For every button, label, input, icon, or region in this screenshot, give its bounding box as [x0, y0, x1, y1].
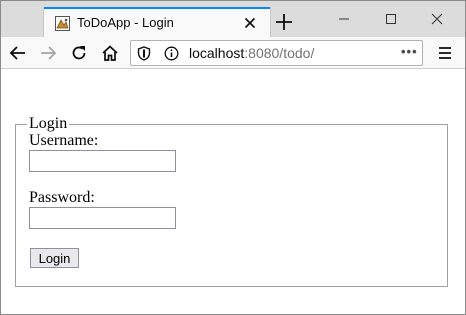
arrow-left-icon[interactable]	[8, 43, 28, 63]
tab-todoapp-login[interactable]: ToDoApp - Login	[44, 7, 270, 37]
close-icon[interactable]	[242, 15, 258, 31]
page-content: Login Username: Password: Login	[1, 70, 465, 314]
url-host: localhost	[189, 45, 245, 61]
more-icon[interactable]: •••	[401, 44, 418, 59]
app-favicon-icon	[55, 16, 70, 31]
url-path: :8080/todo/	[244, 45, 315, 61]
password-label: Password:	[29, 189, 95, 206]
username-label: Username:	[29, 132, 99, 149]
browser-window: ToDoApp - Login localhost:8080/todo/ •••…	[0, 0, 466, 315]
minimize-icon[interactable]	[334, 9, 354, 29]
login-fieldset: Login Username: Password: Login	[15, 115, 448, 287]
username-input[interactable]	[29, 150, 176, 172]
tab-strip: ToDoApp - Login	[1, 1, 465, 37]
shield-icon[interactable]	[137, 46, 151, 61]
password-input[interactable]	[29, 207, 176, 229]
login-button[interactable]: Login	[30, 248, 79, 268]
maximize-icon[interactable]	[381, 9, 401, 29]
info-icon[interactable]	[164, 46, 179, 61]
close-icon[interactable]	[427, 9, 447, 29]
login-legend: Login	[29, 115, 68, 132]
hamburger-menu-icon[interactable]	[435, 43, 455, 63]
arrow-right-icon[interactable]	[38, 43, 58, 63]
tab-title: ToDoApp - Login	[77, 15, 174, 30]
home-icon[interactable]	[100, 43, 120, 63]
url-text[interactable]: localhost:8080/todo/	[189, 45, 314, 61]
navigation-toolbar: localhost:8080/todo/ •••	[1, 37, 465, 69]
plus-icon[interactable]	[274, 12, 294, 32]
reload-icon[interactable]	[69, 43, 89, 63]
url-bar[interactable]: localhost:8080/todo/ •••	[130, 40, 423, 66]
